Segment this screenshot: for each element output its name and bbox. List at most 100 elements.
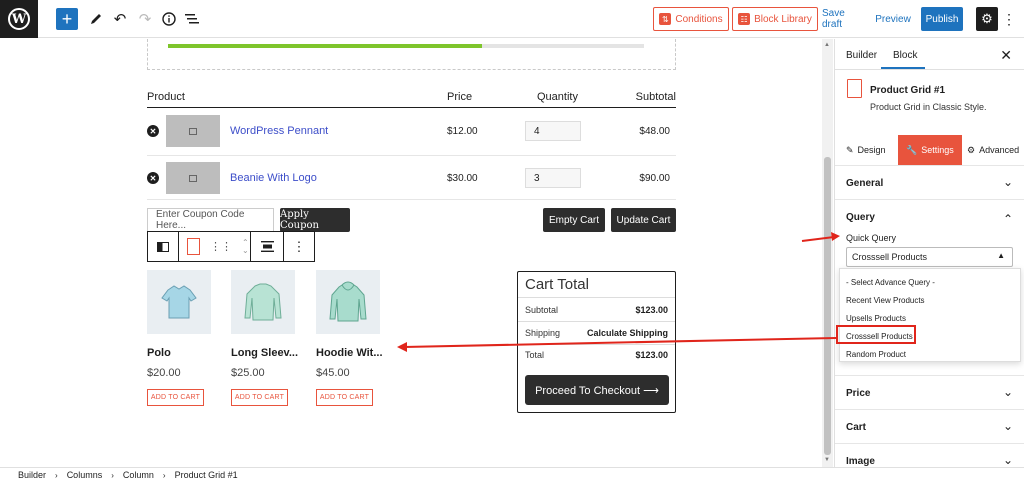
wordpress-logo-icon[interactable]: W [0, 0, 38, 38]
chevron-down-icon: ⌄ [1002, 385, 1013, 399]
edit-pencil-icon[interactable] [85, 7, 107, 31]
product-card: Polo $20.00 ADD TO CART [147, 270, 211, 406]
cart-item-subtotal: $48.00 [639, 126, 670, 137]
image-placeholder-icon [189, 127, 197, 135]
breadcrumb-item[interactable]: Product Grid #1 [175, 470, 238, 480]
cart-total-total-value: $123.00 [635, 350, 668, 360]
remove-item-icon[interactable]: ✕ [147, 172, 159, 184]
align-icon[interactable] [250, 231, 284, 262]
more-options-icon[interactable]: ⋮ [1002, 7, 1016, 31]
scroll-down-icon[interactable]: ▼ [824, 457, 830, 463]
dropdown-option[interactable]: Upsells Products [846, 314, 906, 323]
cart-total-subtotal-label: Subtotal [525, 305, 559, 315]
block-title: Product Grid #1 [870, 85, 946, 96]
breadcrumb-item[interactable]: Columns [67, 470, 103, 480]
quick-query-select[interactable]: Crosssell Products ▲ [846, 247, 1013, 267]
list-view-icon[interactable] [181, 7, 203, 31]
tab-advanced[interactable]: ⚙ Advanced [967, 135, 1019, 165]
cart-total-divider [518, 321, 675, 322]
dropdown-option[interactable]: - Select Advance Query - [846, 278, 935, 287]
add-to-cart-button[interactable]: ADD TO CART [231, 389, 288, 406]
save-draft-button[interactable]: Save draft [822, 7, 864, 31]
tab-settings[interactable]: 🔧 Settings [898, 135, 962, 165]
section-cart[interactable]: Cart ⌄ [835, 409, 1024, 443]
remove-item-icon[interactable]: ✕ [147, 125, 159, 137]
undo-icon[interactable]: ↶ [109, 7, 131, 31]
settings-gear-icon[interactable]: ⚙ [976, 7, 998, 31]
product-thumbnail [166, 162, 220, 194]
hoodie-image[interactable] [316, 270, 380, 334]
chevron-right-icon: › [162, 470, 166, 480]
proceed-to-checkout-button[interactable]: Proceed To Checkout ⟶ [525, 375, 669, 405]
cart-header-price: Price [447, 91, 473, 103]
block-options-icon[interactable]: ⋮ [283, 231, 315, 262]
gear-icon: ⚙ [967, 144, 976, 155]
row-divider [147, 155, 676, 156]
highlight-box [836, 325, 916, 344]
section-price[interactable]: Price ⌄ [835, 375, 1024, 409]
breadcrumb-item[interactable]: Builder [18, 470, 46, 480]
cart-item-subtotal: $90.00 [639, 173, 670, 184]
scrollbar-thumb[interactable] [824, 157, 831, 455]
update-cart-button[interactable]: Update Cart [611, 208, 676, 232]
cart-item-price: $30.00 [447, 173, 478, 184]
cart-header-subtotal: Subtotal [635, 91, 676, 103]
empty-cart-button[interactable]: Empty Cart [543, 208, 605, 232]
editor-canvas: Product Price Quantity Subtotal ✕ WordPr… [0, 39, 822, 467]
tab-block[interactable]: Block [893, 50, 917, 61]
redo-icon[interactable]: ↷ [134, 7, 156, 31]
cart-total-box: Cart Total Subtotal $123.00 Shipping Cal… [517, 271, 676, 413]
cart-product-link[interactable]: WordPress Pennant [230, 125, 328, 137]
brush-icon: ✎ [846, 144, 854, 155]
block-library-button[interactable]: ☷ Block Library [732, 7, 818, 31]
breadcrumb-item[interactable]: Column [123, 470, 154, 480]
polo-shirt-image[interactable] [147, 270, 211, 334]
coupon-code-input[interactable]: Enter Coupon Code Here... [147, 208, 274, 232]
block-description: Product Grid in Classic Style. [870, 102, 987, 112]
cart-product-link[interactable]: Beanie With Logo [230, 172, 317, 184]
long-sleeve-shirt-image[interactable] [231, 270, 295, 334]
progress-bar-fill [168, 44, 483, 48]
calculate-shipping-link[interactable]: Calculate Shipping [587, 328, 668, 338]
cart-header-quantity: Quantity [537, 91, 578, 103]
product-name[interactable]: Long Sleev... [231, 347, 298, 359]
dropdown-option[interactable]: Random Product [846, 350, 906, 359]
apply-coupon-button[interactable]: Apply Coupon [280, 208, 350, 232]
product-card: Long Sleev... $25.00 ADD TO CART [231, 270, 298, 406]
section-general[interactable]: General ⌄ [835, 165, 1024, 199]
product-grid-icon [847, 79, 862, 98]
product-price: $25.00 [231, 367, 265, 379]
add-block-button[interactable]: + [56, 8, 78, 30]
chevron-right-icon: › [55, 470, 58, 480]
product-card: Hoodie Wit... $45.00 ADD TO CART [316, 270, 383, 406]
product-name[interactable]: Polo [147, 347, 211, 359]
drag-handle-icon[interactable]: ⋮⋮ [210, 240, 232, 253]
scroll-up-icon[interactable]: ▲ [824, 42, 830, 48]
chevron-down-icon: ⌄ [1002, 453, 1013, 467]
preview-button[interactable]: Preview [875, 7, 911, 31]
quick-query-dropdown: - Select Advance Query - Recent View Pro… [839, 268, 1021, 362]
dropdown-option[interactable]: Recent View Products [846, 296, 925, 305]
product-grid-icon[interactable] [187, 238, 200, 255]
tab-design[interactable]: ✎ Design [846, 135, 886, 165]
product-price: $45.00 [316, 367, 350, 379]
cart-total-shipping-label: Shipping [525, 328, 561, 338]
publish-button[interactable]: Publish [921, 7, 963, 31]
add-to-cart-button[interactable]: ADD TO CART [147, 389, 204, 406]
cart-total-subtotal-value: $123.00 [635, 305, 668, 315]
conditions-button[interactable]: ⇅ Conditions [653, 7, 729, 31]
tab-builder[interactable]: Builder [846, 50, 877, 61]
quantity-input[interactable]: 3 [525, 168, 581, 188]
block-type-group: ⋮⋮ ⌃ ⌄ [178, 231, 251, 262]
parent-block-icon[interactable] [147, 231, 179, 262]
product-name[interactable]: Hoodie Wit... [316, 347, 383, 359]
conditions-icon: ⇅ [659, 13, 672, 25]
add-to-cart-button[interactable]: ADD TO CART [316, 389, 373, 406]
basket-icon: ☷ [738, 13, 751, 25]
info-icon[interactable] [158, 7, 180, 31]
cart-header-product: Product [147, 91, 185, 103]
canvas-scrollbar[interactable]: ▲ ▼ [822, 39, 833, 467]
close-icon[interactable]: ✕ [1000, 47, 1012, 64]
quantity-input[interactable]: 4 [525, 121, 581, 141]
move-up-down-icon[interactable]: ⌃ ⌄ [242, 238, 249, 255]
